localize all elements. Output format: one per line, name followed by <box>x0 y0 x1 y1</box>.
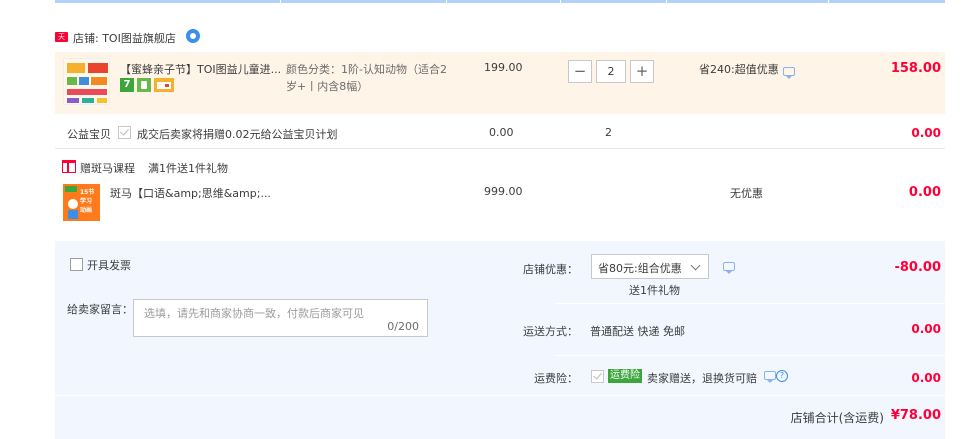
seven-day-return-icon: 7 <box>120 78 134 92</box>
discount-info-icon[interactable] <box>783 67 795 79</box>
gift-desc: 满1件送1件礼物 <box>148 162 228 175</box>
insurance-amount: 0.00 <box>911 371 941 385</box>
discount-info-icon[interactable] <box>723 262 735 274</box>
charity-subtotal: 0.00 <box>911 126 941 140</box>
gift-icon <box>62 160 76 173</box>
sku-line: 岁+丨内含8幅） <box>286 80 369 93</box>
quantity-input[interactable]: 2 <box>596 60 626 83</box>
charity-checkbox[interactable] <box>118 126 131 139</box>
shop-discount-amount: -80.00 <box>894 260 941 275</box>
sku-info: 颜色分类：1阶-认知动物（适合2 岁+丨内含8幅） <box>286 61 456 95</box>
card-payment-icon <box>154 78 174 92</box>
charity-label: 公益宝贝 <box>67 128 111 141</box>
wangwang-chat-icon[interactable] <box>186 29 200 43</box>
gift-price: 999.00 <box>484 185 523 198</box>
header-separator <box>666 0 667 3</box>
summary-divider <box>555 355 945 356</box>
gift-thumb-text: 15节 学习 动画 <box>80 189 95 214</box>
shop-total-amount: ¥78.00 <box>890 408 941 423</box>
item-subtotal: 158.00 <box>890 61 941 76</box>
gift-subtotal: 0.00 <box>908 185 941 200</box>
shop-discount-select[interactable]: 省80元:组合优惠 <box>591 254 709 279</box>
shipping-label: 运送方式： <box>523 325 578 338</box>
unit-price: 199.00 <box>484 61 523 74</box>
gift-discount: 无优惠 <box>730 187 763 200</box>
gift-title-link[interactable]: 斑马【口语&amp;思维&amp;... <box>110 185 271 201</box>
shop-name-link[interactable]: 店铺: TOI图益旗舰店 <box>73 30 176 46</box>
gift-thumbnail[interactable]: 15节 学习 动画 <box>63 184 100 221</box>
message-placeholder: 选填，请先和商家协商一致，付款后商家可见 <box>144 307 364 320</box>
header-separator <box>280 0 281 3</box>
quantity-minus-button[interactable]: − <box>568 60 592 83</box>
insurance-tag: 运费险 <box>608 369 642 383</box>
tmall-badge-icon: 天猫 <box>55 32 68 51</box>
android-icon <box>137 78 151 92</box>
invoice-label: 开具发票 <box>87 259 131 272</box>
charity-text: 成交后卖家将捐赠0.02元给公益宝贝计划 <box>137 128 338 141</box>
summary-divider <box>55 395 945 396</box>
divider <box>55 148 945 149</box>
shop-total-label: 店铺合计(含运费) <box>790 411 884 425</box>
charity-price: 0.00 <box>489 126 514 139</box>
message-label: 给卖家留言： <box>67 303 133 316</box>
header-bar <box>55 0 945 3</box>
header-separator <box>560 0 561 3</box>
sku-line: 颜色分类：1阶-认知动物（适合2 <box>286 63 447 76</box>
message-char-count: 0/200 <box>387 320 419 333</box>
header-separator <box>828 0 829 3</box>
seller-message-input[interactable]: 选填，请先和商家协商一致，付款后商家可见 0/200 <box>133 299 428 337</box>
shipping-amount: 0.00 <box>911 322 941 336</box>
product-image-icon <box>64 59 109 104</box>
quantity-stepper: − 2 + <box>568 60 654 83</box>
shop-discount-label: 店铺优惠： <box>523 263 578 276</box>
android-glyph <box>141 81 147 89</box>
invoice-checkbox[interactable] <box>70 258 83 271</box>
product-title-link[interactable]: 【蜜蜂亲子节】TOI图益儿童进... <box>120 61 281 77</box>
quantity-plus-button[interactable]: + <box>630 60 654 83</box>
gift-label: 赠斑马课程 <box>80 162 135 175</box>
shipping-value: 普通配送 快递 免邮 <box>590 325 685 338</box>
insurance-label: 运费险： <box>534 372 578 385</box>
insurance-text: 卖家赠送，退换货可赔 <box>647 372 757 385</box>
shop-discount-sub: 送1件礼物 <box>629 284 680 297</box>
help-icon[interactable]: ? <box>776 370 788 382</box>
header-separator <box>446 0 447 3</box>
chevron-down-icon <box>690 260 701 271</box>
product-thumbnail[interactable] <box>63 58 110 105</box>
card-glyph <box>157 82 171 89</box>
charity-qty: 2 <box>605 126 612 139</box>
discount-label: 省240:超值优惠 <box>699 63 779 76</box>
insurance-checkbox[interactable] <box>591 370 604 383</box>
insurance-chat-icon[interactable] <box>764 371 776 383</box>
summary-divider <box>555 303 945 304</box>
shop-discount-selected: 省80元:组合优惠 <box>598 262 682 275</box>
